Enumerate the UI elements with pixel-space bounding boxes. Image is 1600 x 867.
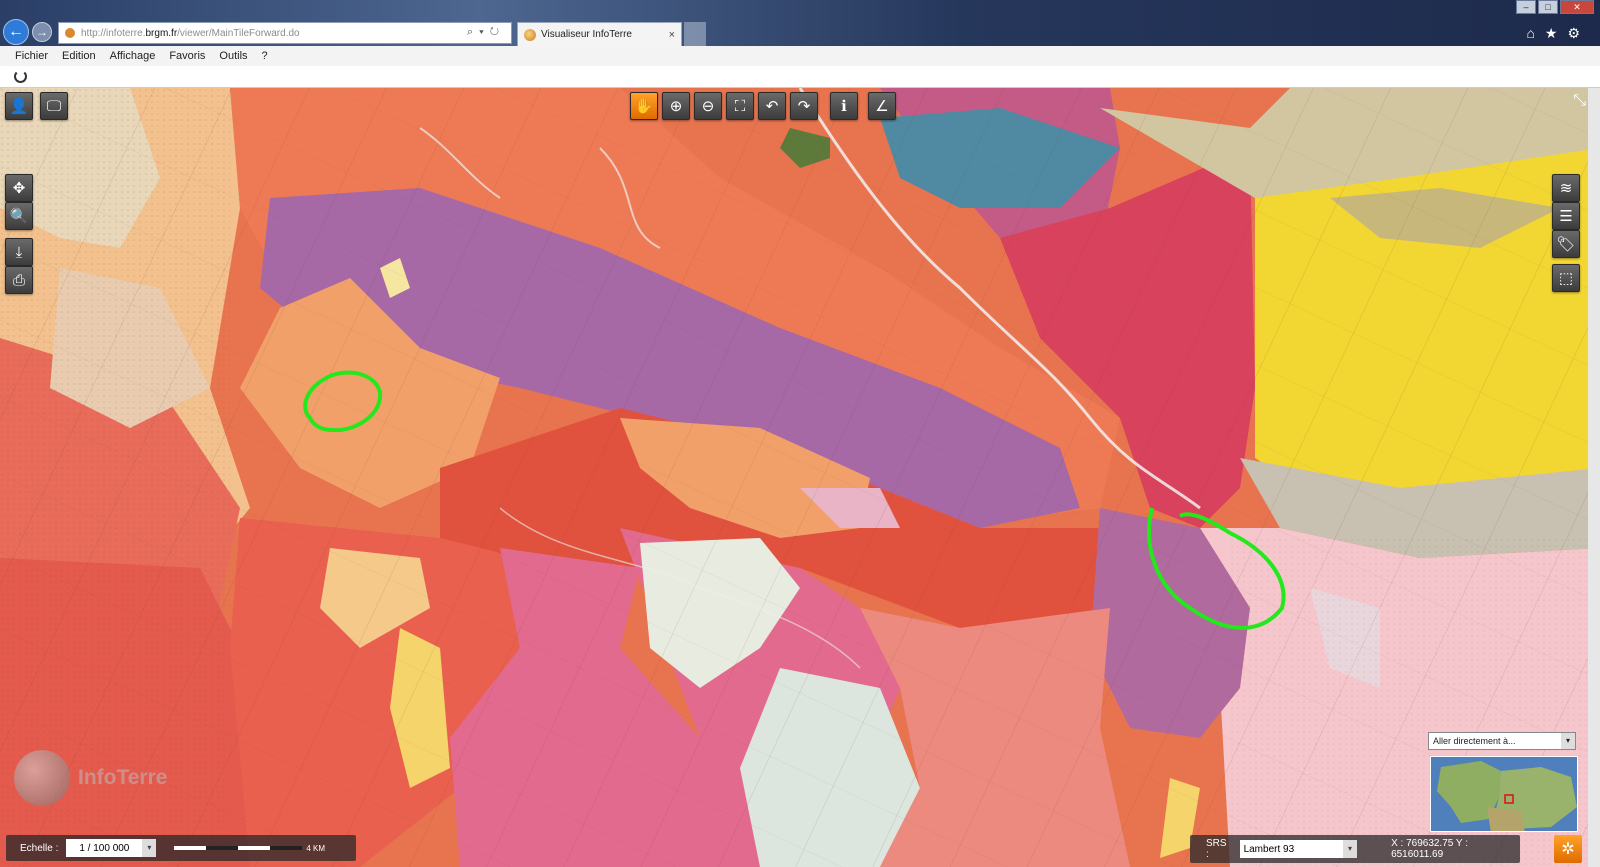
menu-affichage[interactable]: Affichage [110, 50, 156, 62]
geology-map[interactable]: 👤 🖵 ✋ ⊕ ⊖ ⛶ ↶ ↷ ℹ ∠ ⤡ ✥ 🔍 ⤓ ⎙ ≋ ☰ 🏷 ⬚ In… [0, 88, 1600, 867]
logo-text: InfoTerre [78, 766, 168, 789]
settings-button[interactable]: ✲ [1554, 835, 1582, 863]
url-text: http://infoterre.brgm.fr/viewer/MainTile… [81, 27, 300, 39]
tab-title: Visualiseur InfoTerre [541, 29, 632, 40]
chevron-down-icon[interactable]: ▾ [1561, 733, 1575, 749]
scale-select[interactable]: 1 / 100 000 ▾ [66, 839, 157, 857]
pan-icon: ✋ [634, 98, 654, 115]
user-button[interactable]: 👤 [5, 92, 33, 120]
move-icon: ✥ [12, 180, 26, 197]
screen-icon: 🖵 [46, 97, 62, 115]
tag-button[interactable]: 🏷 [1552, 230, 1580, 258]
screen-button[interactable]: 🖵 [40, 92, 68, 120]
browser-chrome: ← → http://infoterre.brgm.fr/viewer/Main… [0, 0, 1600, 46]
chevron-down-icon[interactable]: ▾ [142, 839, 157, 857]
measure-button[interactable]: ∠ [868, 92, 896, 120]
zoom-out-icon: ⊖ [701, 98, 715, 115]
back-arrow-icon: ← [8, 23, 24, 40]
chevron-down-icon[interactable]: ▾ [1343, 840, 1358, 858]
legend-icon: ☰ [1559, 208, 1573, 225]
zoom-out-button[interactable]: ⊖ [694, 92, 722, 120]
zoom-box-button[interactable]: 🔍 [5, 202, 33, 230]
srs-value: Lambert 93 [1243, 843, 1295, 855]
info-icon: ℹ [841, 98, 847, 115]
undo-icon: ↶ [765, 98, 779, 115]
forward-arrow-icon: → [36, 25, 48, 39]
globe-icon [14, 750, 70, 806]
print-icon: ⎙ [12, 271, 25, 289]
redo-icon: ↷ [797, 98, 811, 115]
scale-ruler-label: 4 KM [306, 843, 326, 853]
tab-infoterre[interactable]: Visualiseur InfoTerre × [517, 22, 682, 46]
forward-button[interactable]: → [32, 22, 52, 42]
page-icon [65, 28, 75, 38]
cursor-coordinates: X : 769632.75 Y : 6516011.69 [1391, 838, 1468, 860]
scale-label: Echelle : [20, 842, 59, 854]
favicon-icon [524, 28, 536, 41]
minimize-button[interactable]: – [1516, 0, 1536, 14]
close-window-button[interactable]: ✕ [1560, 0, 1594, 14]
right-scroll-strip[interactable] [1588, 88, 1600, 867]
srs-select[interactable]: Lambert 93 ▾ [1239, 840, 1358, 858]
zoom-extent-button[interactable]: ⛶ [726, 92, 754, 120]
menu-bar: Fichier Edition Affichage Favoris Outils… [0, 46, 1600, 66]
goto-select[interactable]: Aller directement à... ▾ [1428, 732, 1576, 750]
window-controls: – □ ✕ [1516, 0, 1594, 14]
download-button[interactable]: ⤓ [5, 238, 33, 266]
home-star-gear-icons[interactable]: ⌂★⚙ [1526, 25, 1590, 42]
infoterre-logo: InfoTerre [14, 748, 204, 808]
settings-icon: ✲ [1561, 841, 1575, 858]
map-canvas[interactable] [0, 88, 1600, 867]
scale-value: 1 / 100 000 [79, 842, 130, 854]
info-button[interactable]: ℹ [830, 92, 858, 120]
menu-help[interactable]: ? [262, 50, 268, 62]
menu-fichier[interactable]: Fichier [15, 50, 48, 62]
tab-close-icon[interactable]: × [669, 29, 675, 41]
collapse-icon[interactable]: ⤡ [1573, 92, 1586, 110]
address-tools[interactable]: ⌕▾↻ [467, 26, 505, 39]
menu-edition[interactable]: Edition [62, 50, 96, 62]
new-tab-button[interactable] [684, 22, 706, 46]
command-bar [0, 66, 1600, 88]
menu-outils[interactable]: Outils [219, 50, 247, 62]
layers-icon: ≋ [1559, 180, 1573, 197]
undo-button[interactable]: ↶ [758, 92, 786, 120]
address-bar[interactable]: http://infoterre.brgm.fr/viewer/MainTile… [58, 22, 512, 44]
srs-bar: SRS : Lambert 93 ▾ X : 769632.75 Y : 651… [1190, 835, 1520, 863]
zoom-in-button[interactable]: ⊕ [662, 92, 690, 120]
move-button[interactable]: ✥ [5, 174, 33, 202]
layers-button[interactable]: ≋ [1552, 174, 1580, 202]
extent-icon: ⬚ [1558, 270, 1574, 287]
back-button[interactable]: ← [3, 19, 29, 45]
extent-button[interactable]: ⬚ [1552, 264, 1580, 292]
scale-ruler [174, 846, 303, 850]
overview-minimap[interactable] [1430, 756, 1578, 832]
legend-button[interactable]: ☰ [1552, 202, 1580, 230]
srs-label: SRS : [1206, 838, 1227, 860]
measure-icon: ∠ [875, 98, 889, 115]
loading-spinner-icon [14, 70, 27, 83]
goto-label: Aller directement à... [1433, 736, 1516, 746]
zoom-extent-icon: ⛶ [734, 97, 746, 115]
tag-icon: 🏷 [1556, 236, 1576, 253]
menu-favoris[interactable]: Favoris [169, 50, 205, 62]
user-icon: 👤 [9, 98, 29, 115]
overview-panel: Aller directement à... ▾ [1428, 732, 1580, 842]
redo-button[interactable]: ↷ [790, 92, 818, 120]
print-button[interactable]: ⎙ [5, 266, 33, 294]
pan-button[interactable]: ✋ [630, 92, 658, 120]
maximize-button[interactable]: □ [1538, 0, 1558, 14]
scale-bar: Echelle : 1 / 100 000 ▾ 4 KM [6, 835, 356, 861]
download-icon: ⤓ [15, 243, 23, 261]
zoom-box-icon: 🔍 [9, 208, 29, 225]
zoom-in-icon: ⊕ [669, 98, 683, 115]
